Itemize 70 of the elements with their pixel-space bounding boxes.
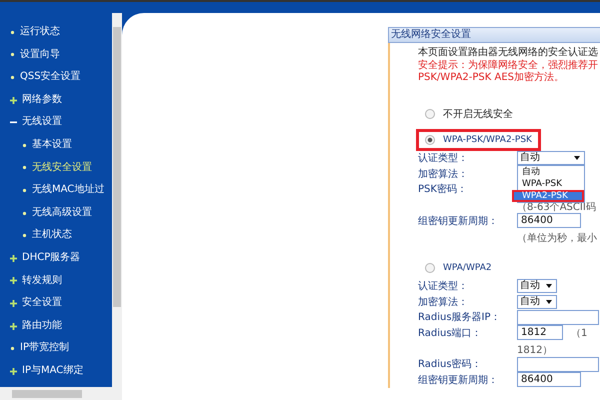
panel-title: 无线网络安全设置 bbox=[388, 27, 600, 43]
bullet-icon bbox=[10, 30, 15, 35]
nav-item[interactable]: 安全设置 bbox=[0, 292, 112, 315]
nav-subitem[interactable]: 基本设置 bbox=[0, 134, 112, 157]
dropdown[interactable]: 自动 bbox=[517, 294, 557, 309]
hint-text: 1812） bbox=[517, 344, 552, 357]
radio-button[interactable] bbox=[425, 108, 435, 118]
intro-text: 本页面设置路由器无线网络的安全认证选 bbox=[418, 47, 599, 60]
radio-option[interactable]: WPA/WPA2 bbox=[416, 256, 501, 278]
nav-item[interactable]: IP带宽控制 bbox=[0, 337, 112, 360]
bullet-icon bbox=[22, 142, 27, 148]
scrollbar[interactable] bbox=[112, 13, 122, 387]
bullet-icon bbox=[10, 74, 15, 80]
dropdown-option[interactable]: WPA2-PSK bbox=[512, 190, 584, 202]
caret-icon bbox=[574, 156, 580, 160]
nav-item[interactable]: 运行状态 bbox=[0, 21, 112, 44]
input-field[interactable]: 86400 bbox=[517, 372, 581, 388]
plus-icon bbox=[10, 277, 17, 284]
nav-item[interactable]: 转发规则 bbox=[0, 270, 112, 292]
radio-button[interactable] bbox=[425, 262, 435, 272]
plus-icon bbox=[10, 322, 17, 330]
radio-button[interactable] bbox=[425, 134, 435, 144]
warning-text: PSK/WPA2-PSK AES加密方法。 bbox=[418, 72, 566, 84]
plus-icon bbox=[10, 368, 17, 375]
warning-text: 安全提示：为保障网络安全，强烈推荐开 bbox=[418, 60, 599, 72]
radio-option[interactable]: 不开启无线安全 bbox=[416, 102, 522, 124]
field-label: 加密算法： bbox=[418, 296, 469, 309]
dropdown[interactable]: 自动 bbox=[517, 279, 557, 294]
plus-icon bbox=[10, 300, 17, 307]
input-field[interactable] bbox=[517, 310, 599, 325]
nav-item[interactable]: 设置向导 bbox=[0, 44, 112, 66]
dropdown-option[interactable]: WPA-PSK bbox=[518, 178, 584, 190]
bullet-icon bbox=[22, 165, 27, 170]
minus-icon bbox=[10, 121, 17, 124]
nav-subitem[interactable]: 无线高级设置 bbox=[0, 202, 112, 224]
bullet-icon bbox=[22, 210, 27, 216]
bullet-icon bbox=[22, 233, 27, 238]
field-label: 组密钥更新周期： bbox=[418, 374, 499, 387]
field-label: 认证类型： bbox=[418, 280, 469, 294]
field-label: Radius密码： bbox=[418, 358, 483, 372]
caret-icon bbox=[546, 284, 552, 288]
field-label: Radius端口： bbox=[418, 326, 483, 340]
scrollbar[interactable] bbox=[0, 387, 122, 400]
input-field[interactable]: 1812 bbox=[517, 325, 563, 340]
radio-option[interactable]: WPA-PSK/WPA2-PSK bbox=[416, 128, 541, 150]
input-field[interactable] bbox=[517, 356, 599, 372]
field-label: Radius服务器IP： bbox=[418, 311, 502, 324]
plus-icon bbox=[10, 96, 17, 104]
nav-item[interactable]: 路由功能 bbox=[0, 314, 112, 338]
nav-subitem[interactable]: 无线安全设置 bbox=[0, 156, 112, 180]
plus-icon bbox=[10, 254, 17, 262]
field-label: PSK密码： bbox=[418, 182, 468, 196]
hint-text: （单位为秒，最小 bbox=[517, 232, 597, 245]
hint-text: （1 bbox=[571, 326, 588, 340]
bullet-icon bbox=[22, 188, 27, 193]
field-label: 加密算法： bbox=[418, 168, 469, 181]
nav-subitem[interactable]: 主机状态 bbox=[0, 224, 112, 247]
bullet-icon bbox=[10, 346, 15, 352]
nav-subitem[interactable]: 无线MAC地址过 bbox=[0, 179, 112, 202]
nav-item[interactable]: DHCP服务器 bbox=[0, 246, 112, 270]
field-label: 认证类型： bbox=[418, 152, 469, 166]
input-field[interactable]: 86400 bbox=[517, 213, 581, 228]
dropdown-option[interactable]: 自动 bbox=[518, 166, 584, 178]
bullet-icon bbox=[10, 52, 15, 58]
nav-item[interactable]: QSS安全设置 bbox=[0, 66, 112, 89]
nav-item[interactable]: IP与MAC绑定 bbox=[0, 360, 112, 382]
caret-icon bbox=[546, 300, 552, 304]
field-label: 组密钥更新周期： bbox=[418, 214, 499, 228]
nav-item[interactable]: 网络参数 bbox=[0, 88, 112, 112]
nav-item[interactable]: 无线设置 bbox=[0, 111, 112, 134]
